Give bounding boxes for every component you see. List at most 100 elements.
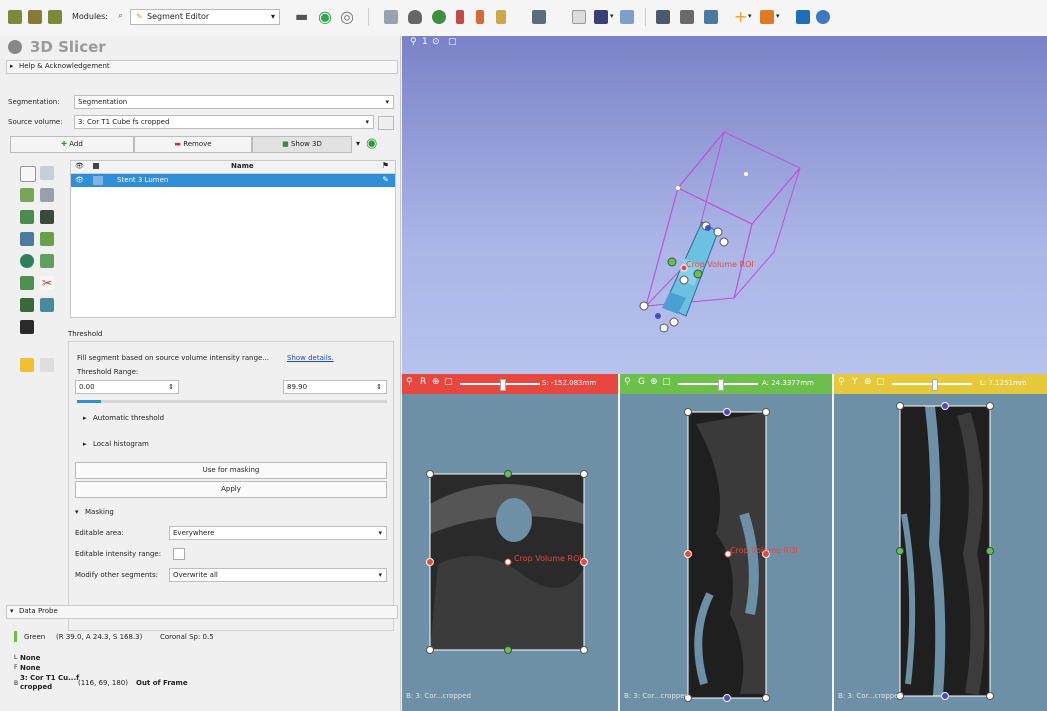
- chevron-down-icon[interactable]: ▾: [75, 508, 79, 516]
- slice-offset-slider[interactable]: [892, 379, 972, 391]
- visibility-column-icon[interactable]: 👁: [75, 162, 84, 170]
- chevron-down-icon[interactable]: ▾: [748, 12, 752, 20]
- modify-other-selector[interactable]: Overwrite all ▾: [169, 568, 387, 582]
- pin-icon[interactable]: ⚲: [406, 377, 413, 387]
- islands-icon[interactable]: [20, 298, 34, 312]
- yellow-slice-view[interactable]: ⚲ Y ⊕ ▢ L: 7.1251mm B: 3: Cor...cropped: [834, 374, 1047, 711]
- segment-editor-toolbar-icon[interactable]: [496, 10, 506, 24]
- draw-icon[interactable]: [20, 188, 34, 202]
- link-icon[interactable]: ⊕: [650, 377, 658, 387]
- pin-icon[interactable]: ⚲: [624, 377, 631, 387]
- green-slice-canvas[interactable]: [620, 394, 832, 711]
- segmentation-selector[interactable]: Segmentation ▾: [74, 95, 394, 109]
- chevron-down-icon[interactable]: ▾: [776, 12, 780, 20]
- chevron-down-icon[interactable]: ▾: [356, 139, 360, 148]
- margin-icon[interactable]: [20, 254, 34, 268]
- chevron-right-icon[interactable]: ▸: [83, 414, 87, 422]
- window-level-icon[interactable]: [620, 10, 634, 24]
- mask-volume-icon[interactable]: [20, 320, 34, 334]
- add-segment-button[interactable]: ✚ Add: [10, 136, 134, 153]
- data-probe-header[interactable]: ▾ Data Probe: [6, 605, 398, 619]
- segment-color-swatch[interactable]: [93, 176, 103, 185]
- crosshair-toggle-icon[interactable]: [680, 10, 694, 24]
- undo-icon[interactable]: [20, 358, 34, 372]
- maximize-icon[interactable]: ▢: [444, 377, 453, 387]
- editable-area-selector[interactable]: Everywhere ▾: [169, 526, 387, 540]
- 3d-view[interactable]: ⚲ 1 ⊙ ▢ Crop Volume ROI: [402, 36, 1047, 374]
- threshold-icon[interactable]: [40, 232, 54, 246]
- chevron-down-icon[interactable]: ▾: [610, 12, 614, 20]
- local-histogram-toggle[interactable]: Local histogram: [93, 440, 149, 448]
- name-column-header[interactable]: Name: [231, 162, 254, 170]
- maximize-icon[interactable]: ▢: [662, 377, 671, 387]
- python-console-icon[interactable]: [816, 10, 830, 24]
- red-slice-canvas[interactable]: [402, 394, 618, 711]
- threshold-max-spinbox[interactable]: 89.90 ⇕: [283, 380, 387, 394]
- module-search-icon[interactable]: ⌕: [118, 11, 123, 21]
- red-slice-view[interactable]: ⚲ R ⊕ ▢ S: -152.083mm Crop Volume ROI B:…: [402, 374, 618, 711]
- transforms-icon[interactable]: [456, 10, 464, 24]
- scissors-icon[interactable]: ✂: [40, 276, 54, 290]
- module-selector[interactable]: Segment Editor ▾: [130, 9, 280, 25]
- slice-offset-value: A: 24.3377mm: [762, 379, 814, 387]
- automatic-threshold-toggle[interactable]: Automatic threshold: [93, 414, 164, 422]
- slice-offset-slider[interactable]: [460, 379, 540, 391]
- use-for-masking-button[interactable]: Use for masking: [75, 462, 387, 479]
- save-icon[interactable]: [48, 10, 62, 24]
- screenshot-icon[interactable]: [656, 10, 670, 24]
- hollow-icon[interactable]: [40, 254, 54, 268]
- remove-segment-button[interactable]: ▬ Remove: [134, 136, 252, 153]
- 3d-render-canvas[interactable]: [402, 36, 1047, 374]
- slider-handle[interactable]: [932, 379, 938, 391]
- module-history-icon[interactable]: ▬: [295, 9, 308, 25]
- pin-icon[interactable]: ⚲: [838, 377, 845, 387]
- logical-operators-icon[interactable]: [40, 298, 54, 312]
- chevron-right-icon[interactable]: ▸: [83, 440, 87, 448]
- crosshair-icon[interactable]: +: [734, 7, 747, 26]
- place-point-icon[interactable]: [594, 10, 608, 24]
- back-arrow-icon[interactable]: ◉: [318, 7, 332, 26]
- link-icon[interactable]: ⊕: [864, 377, 872, 387]
- threshold-min-spinbox[interactable]: 0.00 ⇕: [75, 380, 179, 394]
- slider-handle[interactable]: [718, 379, 724, 391]
- eye-icon[interactable]: 👁: [75, 176, 84, 184]
- apply-button[interactable]: Apply: [75, 481, 387, 498]
- segment-options-icon[interactable]: ◉: [366, 136, 377, 151]
- source-volume-selector[interactable]: 3: Cor T1 Cube fs cropped ▾: [74, 115, 374, 129]
- extensions-icon[interactable]: [704, 10, 718, 24]
- volumes-icon[interactable]: [408, 10, 422, 24]
- annotation-icon[interactable]: [760, 10, 774, 24]
- editable-intensity-checkbox[interactable]: [173, 548, 185, 560]
- grow-from-seeds-icon[interactable]: [40, 210, 54, 224]
- source-volume-options-icon[interactable]: [378, 116, 394, 130]
- show-3d-button[interactable]: ■ Show 3D: [252, 136, 352, 153]
- erase-icon[interactable]: [40, 188, 54, 202]
- paint-icon[interactable]: [40, 166, 54, 180]
- masking-section-label[interactable]: Masking: [85, 508, 114, 516]
- data-module-icon[interactable]: [384, 10, 398, 24]
- show-details-link[interactable]: Show details.: [287, 354, 334, 362]
- maximize-icon[interactable]: ▢: [876, 377, 885, 387]
- threshold-range-slider[interactable]: [77, 400, 387, 403]
- slider-handle[interactable]: [500, 379, 506, 391]
- models-icon[interactable]: [432, 10, 446, 24]
- pencil-icon[interactable]: ✎: [382, 175, 389, 184]
- dicom-icon[interactable]: [28, 10, 42, 24]
- no-editing-icon[interactable]: [20, 166, 36, 182]
- extension-manager-icon[interactable]: [796, 10, 810, 24]
- markups-icon[interactable]: [476, 10, 484, 24]
- forward-arrow-icon[interactable]: ◎: [340, 7, 354, 26]
- level-tracing-icon[interactable]: [20, 210, 34, 224]
- load-data-icon[interactable]: [8, 10, 22, 24]
- green-slice-view[interactable]: ⚲ G ⊕ ▢ A: 24.3377mm Crop Volume ROI B: …: [620, 374, 832, 711]
- fill-between-slices-icon[interactable]: [20, 232, 34, 246]
- yellow-slice-canvas[interactable]: [834, 394, 1047, 711]
- layout-icon[interactable]: [532, 10, 546, 24]
- segment-row[interactable]: 👁 Stent 3 Lumen ✎: [71, 174, 395, 187]
- redo-icon[interactable]: [40, 358, 54, 372]
- link-icon[interactable]: ⊕: [432, 377, 440, 387]
- slice-offset-slider[interactable]: [678, 379, 758, 391]
- mouse-mode-view-icon[interactable]: [572, 10, 586, 24]
- smoothing-icon[interactable]: [20, 276, 34, 290]
- help-section-header[interactable]: ▸ Help & Acknowledgement: [6, 60, 398, 74]
